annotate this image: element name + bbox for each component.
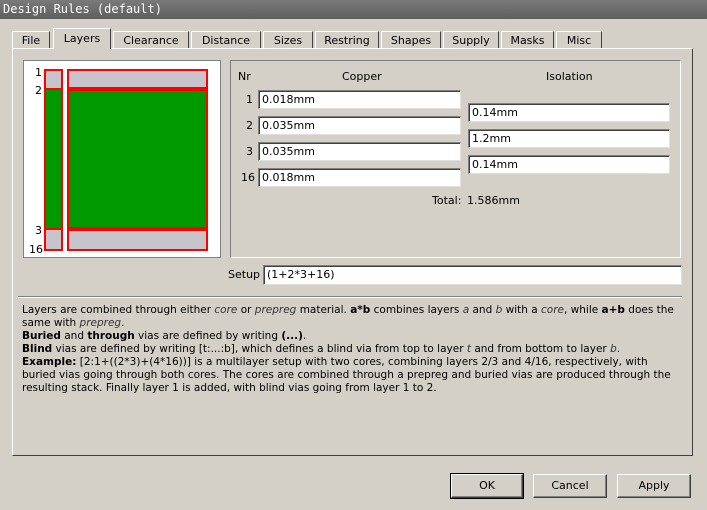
tab-restring[interactable]: Restring bbox=[315, 31, 379, 48]
help-line-combine: Layers are combined through either core … bbox=[22, 304, 674, 329]
copper-field-1[interactable]: 0.018mm bbox=[258, 90, 461, 109]
isolation-field-1[interactable]: 0.14mm bbox=[468, 103, 670, 122]
tab-distance[interactable]: Distance bbox=[191, 31, 261, 48]
tab-clearance[interactable]: Clearance bbox=[113, 31, 189, 48]
stack-label-1: 1 bbox=[35, 66, 42, 79]
help-line-blind: Blind vias are defined by writing [t:...… bbox=[22, 343, 621, 355]
stack-label-3: 3 bbox=[35, 224, 42, 237]
tab-misc[interactable]: Misc bbox=[556, 31, 602, 48]
copper-field-2[interactable]: 0.035mm bbox=[258, 116, 461, 135]
total-label: Total: bbox=[432, 194, 462, 207]
isolation-field-2[interactable]: 1.2mm bbox=[468, 129, 670, 148]
tab-shapes[interactable]: Shapes bbox=[381, 31, 441, 48]
setup-label: Setup bbox=[228, 268, 261, 281]
help-line-example: Example: [2:1+((2*3)+(4*16))] is a multi… bbox=[22, 356, 671, 394]
apply-button[interactable]: Apply bbox=[617, 474, 691, 498]
copper-field-16[interactable]: 0.018mm bbox=[258, 168, 461, 187]
stack-label-16: 16 bbox=[29, 243, 43, 256]
row-nr-16: 16 bbox=[241, 171, 255, 184]
stack-copper-3 bbox=[69, 227, 206, 231]
header-isolation: Isolation bbox=[546, 70, 593, 83]
stack-copper-2 bbox=[69, 87, 206, 91]
header-nr: Nr bbox=[238, 70, 251, 83]
help-line-buried: Buried and through vias are defined by w… bbox=[22, 330, 307, 342]
total-value: 1.586mm bbox=[467, 194, 520, 207]
tab-masks[interactable]: Masks bbox=[501, 31, 554, 48]
setup-input[interactable]: (1+2*3+16) bbox=[263, 265, 682, 285]
copper-field-3[interactable]: 0.035mm bbox=[258, 142, 461, 161]
separator bbox=[18, 296, 682, 298]
row-nr-1: 1 bbox=[246, 93, 253, 106]
help-text: Layers are combined through either core … bbox=[22, 304, 682, 395]
tab-sizes[interactable]: Sizes bbox=[263, 31, 313, 48]
layer-stack-graphic bbox=[44, 69, 208, 251]
stack-core bbox=[69, 89, 206, 229]
stack-label-2: 2 bbox=[35, 84, 42, 97]
tab-supply[interactable]: Supply bbox=[443, 31, 499, 48]
tab-file[interactable]: File bbox=[12, 31, 50, 48]
row-nr-2: 2 bbox=[246, 119, 253, 132]
isolation-field-3[interactable]: 0.14mm bbox=[468, 155, 670, 174]
cancel-button[interactable]: Cancel bbox=[533, 474, 607, 498]
ok-button[interactable]: OK bbox=[450, 473, 524, 499]
tab-layers[interactable]: Layers bbox=[53, 28, 111, 49]
header-copper: Copper bbox=[342, 70, 382, 83]
row-nr-3: 3 bbox=[246, 145, 253, 158]
layer-stack-view[interactable]: 1 2 3 16 bbox=[23, 60, 221, 258]
stack-via-column-core bbox=[46, 89, 61, 229]
window-title: Design Rules (default) bbox=[0, 0, 707, 19]
